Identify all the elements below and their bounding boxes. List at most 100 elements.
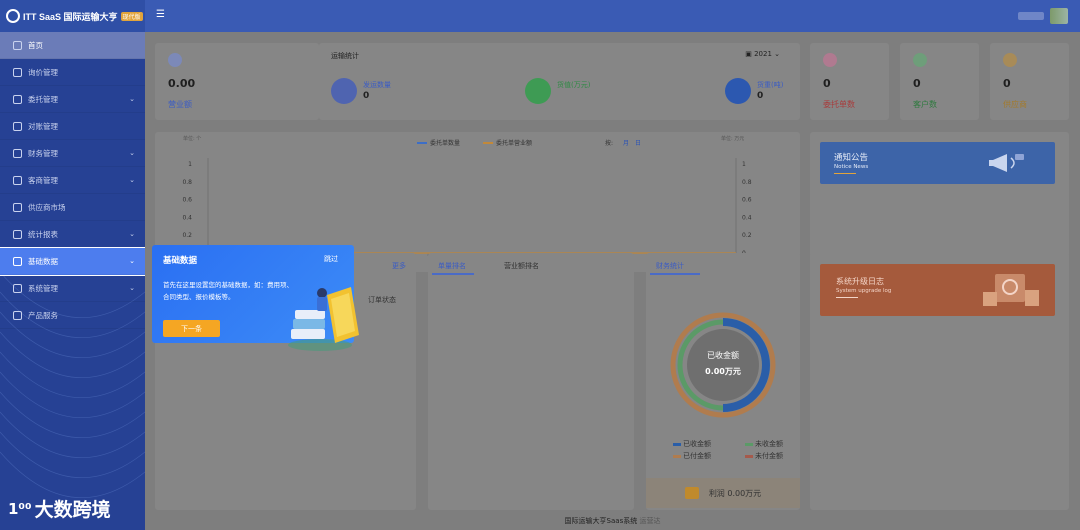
chevron-down-icon: ⌄ bbox=[129, 95, 135, 103]
footer-suffix: 运营达 bbox=[639, 517, 661, 525]
notice-subtitle: Notice News bbox=[834, 164, 869, 170]
sidebar-item-4[interactable]: 财务管理 ⌄ bbox=[0, 140, 145, 167]
upgrade-illustration-icon bbox=[983, 274, 1039, 306]
order-status-header: 订单状态 bbox=[368, 296, 396, 304]
orders-icon bbox=[823, 53, 837, 67]
notice-underline bbox=[834, 173, 856, 174]
user-area[interactable] bbox=[1014, 8, 1068, 24]
next-button[interactable]: 下一条 bbox=[163, 320, 220, 337]
tab-finance[interactable]: 财务统计 bbox=[656, 261, 684, 271]
notice-banner[interactable]: 通知公告 Notice News bbox=[820, 142, 1055, 184]
toggle-label: 按: bbox=[605, 139, 613, 147]
suppliers-card[interactable]: 0 供应商 bbox=[990, 43, 1069, 120]
sidebar-item-8[interactable]: 基础数据 ⌄ bbox=[0, 247, 145, 276]
shipment-icon bbox=[331, 78, 357, 104]
chevron-down-icon: ⌄ bbox=[129, 230, 135, 238]
app-logo[interactable]: ITT SaaS 国际运输大亨 现代版 bbox=[0, 0, 145, 32]
sidebar-item-1[interactable]: 询价管理 bbox=[0, 59, 145, 86]
finance-card: 财务统计 已收金额 0.00万元 已收金额 未收金额 已付金额 未付金额 利润 … bbox=[646, 253, 800, 510]
cargo-value-label: 货值(万元) bbox=[557, 81, 591, 89]
user-name bbox=[1018, 12, 1044, 20]
shipment-value: 0 bbox=[363, 91, 370, 101]
sidebar-item-icon bbox=[13, 283, 22, 293]
tour-body: 首先在这里设置您的基础数据，如：费用项、合同类型、报价模板等。 bbox=[163, 281, 293, 301]
transport-stats-card: 运输统计 ▣ 2021 ⌄ 发运数量 0 货值(万元) 货重(吨) 0 bbox=[319, 43, 800, 120]
avatar[interactable] bbox=[1050, 8, 1068, 24]
sidebar-item-label: 首页 bbox=[28, 40, 43, 50]
sidebar-item-0[interactable]: 首页 bbox=[0, 32, 145, 59]
customers-label: 客户数 bbox=[913, 100, 937, 109]
tab-revenue-ranking[interactable]: 营业额排名 bbox=[504, 261, 539, 271]
profit-text: 利润 0.00万元 bbox=[708, 488, 762, 498]
tab-active-indicator bbox=[650, 273, 700, 275]
shipment-label: 发运数量 bbox=[363, 81, 391, 89]
upgrade-log-card: 系统升级日志 System upgrade log bbox=[810, 253, 1069, 510]
revenue-value: 0.00 bbox=[168, 77, 196, 90]
y-tick-left: 0.4 bbox=[182, 214, 192, 221]
brand-glyph: 1⁰⁰ bbox=[8, 499, 32, 518]
sidebar-item-icon bbox=[13, 175, 22, 185]
sidebar-item-7[interactable]: 统计报表 ⌄ bbox=[0, 221, 145, 248]
suppliers-label: 供应商 bbox=[1003, 100, 1027, 109]
revenue-card[interactable]: 0.00 营业额 bbox=[155, 43, 319, 120]
sidebar-item-10[interactable]: 产品服务 bbox=[0, 302, 145, 329]
notice-title: 通知公告 bbox=[834, 153, 869, 163]
y-tick-right: 0.8 bbox=[742, 179, 752, 186]
chevron-down-icon: ⌄ bbox=[129, 149, 135, 157]
skip-button[interactable]: 跳过 bbox=[324, 254, 338, 264]
page-footer: 国际运输大亨Saas系统 运营达 bbox=[145, 516, 1080, 526]
ring-label: 已收金额 bbox=[707, 351, 739, 360]
logo-text: ITT SaaS 国际运输大亨 bbox=[23, 11, 118, 22]
suppliers-icon bbox=[1003, 53, 1017, 67]
sidebar-item-3[interactable]: 对账管理 bbox=[0, 113, 145, 140]
chevron-down-icon: ⌄ bbox=[129, 176, 135, 184]
revenue-icon bbox=[168, 53, 182, 67]
y-tick-left: 0.8 bbox=[182, 179, 192, 186]
customers-icon bbox=[913, 53, 927, 67]
legend-unpaid: 未付金额 bbox=[745, 450, 783, 462]
sidebar-item-icon bbox=[13, 40, 22, 50]
customers-card[interactable]: 0 客户数 bbox=[900, 43, 979, 120]
legend-received: 已收金额 bbox=[673, 438, 711, 450]
sidebar-item-icon bbox=[13, 121, 22, 131]
sidebar-item-9[interactable]: 系统管理 ⌄ bbox=[0, 275, 145, 302]
sidebar-item-label: 系统管理 bbox=[28, 283, 58, 293]
sidebar-item-icon bbox=[13, 310, 22, 320]
sidebar-item-label: 委托管理 bbox=[28, 94, 58, 104]
sidebar-item-icon bbox=[13, 229, 22, 239]
sidebar-item-2[interactable]: 委托管理 ⌄ bbox=[0, 86, 145, 113]
notice-card: 通知公告 Notice News bbox=[810, 132, 1069, 272]
chevron-down-icon: ⌄ bbox=[129, 257, 135, 265]
orders-card[interactable]: 0 委托单数 bbox=[810, 43, 889, 120]
tab-order-ranking[interactable]: 单量排名 bbox=[438, 261, 466, 271]
transport-title: 运输统计 bbox=[331, 52, 359, 60]
sidebar-item-6[interactable]: 供应商市场 bbox=[0, 194, 145, 221]
sidebar-item-icon bbox=[13, 148, 22, 158]
legend-orders: 委托单数量 bbox=[430, 139, 460, 147]
upgrade-log-banner[interactable]: 系统升级日志 System upgrade log bbox=[820, 264, 1055, 316]
cargo-weight-icon bbox=[725, 78, 751, 104]
finance-legend: 已收金额 未收金额 已付金额 未付金额 bbox=[673, 438, 783, 462]
upgrade-title: 系统升级日志 bbox=[836, 277, 884, 286]
more-link[interactable]: 更多 bbox=[392, 261, 406, 271]
cargo-weight-label: 货重(吨) bbox=[757, 81, 784, 89]
sidebar-item-icon bbox=[13, 94, 22, 104]
sidebar-item-label: 财务管理 bbox=[28, 148, 58, 158]
legend-paid: 已付金额 bbox=[673, 450, 711, 462]
top-header: ITT SaaS 国际运输大亨 现代版 ☰ bbox=[0, 0, 1080, 32]
sidebar-item-5[interactable]: 客商管理 ⌄ bbox=[0, 167, 145, 194]
sidebar-nav: 首页询价管理委托管理 ⌄ 对账管理财务管理 ⌄ 客商管理 ⌄ 供应商市场 统计报表 ⌄ 基础数据 ⌄… bbox=[0, 32, 145, 329]
sidebar-item-label: 客商管理 bbox=[28, 175, 58, 185]
y-tick-right: 0.6 bbox=[742, 197, 752, 204]
year-selector[interactable]: ▣ 2021 ⌄ bbox=[745, 50, 780, 58]
tour-title: 基础数据 bbox=[163, 256, 198, 266]
y-tick-left: 1 bbox=[188, 161, 192, 168]
suppliers-value: 0 bbox=[1003, 77, 1011, 90]
customers-value: 0 bbox=[913, 77, 921, 90]
logo-tag: 现代版 bbox=[120, 11, 143, 21]
menu-toggle-icon[interactable]: ☰ bbox=[156, 9, 168, 21]
legend-unreceived: 未收金额 bbox=[745, 438, 783, 450]
toggle-month: 月 bbox=[623, 140, 629, 147]
finance-ring-chart bbox=[670, 312, 776, 418]
sidebar-item-icon bbox=[13, 202, 22, 212]
